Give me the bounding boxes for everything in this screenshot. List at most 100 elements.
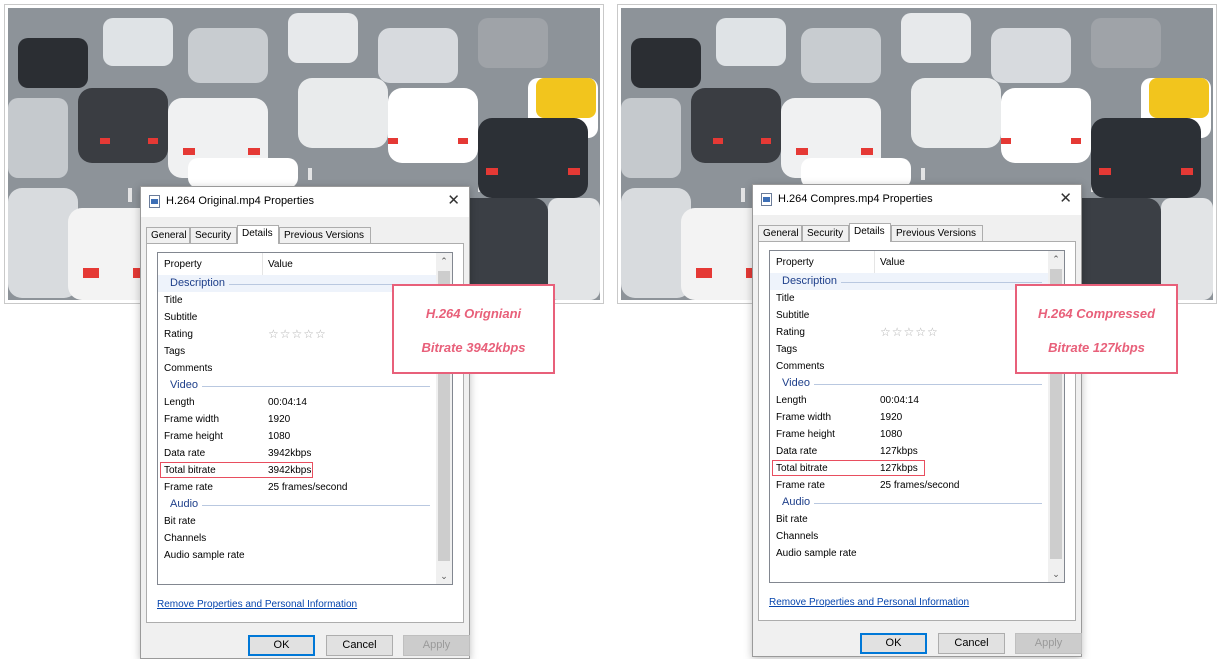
list-item[interactable]: Audio sample rate bbox=[158, 547, 436, 564]
column-header-value[interactable]: Value bbox=[268, 259, 293, 270]
annotation-label: H.264 Compressed bbox=[1037, 306, 1156, 321]
property-name: Comments bbox=[776, 361, 825, 372]
list-item[interactable]: Length 00:04:14 bbox=[158, 394, 436, 411]
apply-button[interactable]: Apply bbox=[1015, 633, 1082, 654]
property-name: Subtitle bbox=[776, 310, 810, 321]
property-name: Length bbox=[164, 397, 195, 408]
list-item[interactable]: Audio sample rate bbox=[770, 545, 1048, 562]
property-value: 3942kbps bbox=[268, 448, 312, 459]
scroll-down-icon[interactable]: ⌄ bbox=[436, 568, 452, 584]
list-item-total-bitrate[interactable]: Total bitrate 3942kbps bbox=[158, 462, 436, 479]
group-divider bbox=[782, 384, 1042, 385]
dialog-title: H.264 Compres.mp4 Properties bbox=[778, 193, 933, 205]
tab-previous-versions[interactable]: Previous Versions bbox=[279, 227, 371, 243]
column-header-property[interactable]: Property bbox=[164, 259, 202, 270]
list-item[interactable]: Length 00:04:14 bbox=[770, 392, 1048, 409]
ok-button[interactable]: OK bbox=[860, 633, 927, 654]
list-item[interactable]: Frame width 1920 bbox=[770, 409, 1048, 426]
group-label: Video bbox=[170, 379, 202, 391]
property-name: Data rate bbox=[164, 448, 206, 459]
scroll-down-icon[interactable]: ⌄ bbox=[1048, 566, 1064, 582]
property-name: Rating bbox=[164, 329, 193, 340]
list-item[interactable]: Bit rate bbox=[770, 511, 1048, 528]
column-divider[interactable] bbox=[874, 251, 875, 273]
titlebar: H.264 Original.mp4 Properties ✕ bbox=[141, 187, 469, 217]
group-divider bbox=[782, 503, 1042, 504]
tab-security[interactable]: Security bbox=[802, 225, 849, 241]
list-item[interactable]: Tags bbox=[770, 341, 1048, 358]
property-name: Frame width bbox=[164, 414, 220, 425]
column-header-property[interactable]: Property bbox=[776, 257, 814, 268]
group-label: Audio bbox=[782, 496, 815, 508]
rating-stars[interactable]: ☆☆☆☆☆ bbox=[268, 327, 327, 341]
group-label: Description bbox=[782, 275, 842, 287]
list-item[interactable]: Channels bbox=[158, 530, 436, 547]
cancel-button[interactable]: Cancel bbox=[938, 633, 1005, 654]
list-item[interactable]: Bit rate bbox=[158, 513, 436, 530]
property-value: 00:04:14 bbox=[880, 395, 919, 406]
annotation-bitrate: Bitrate 127kbps bbox=[1048, 340, 1145, 355]
list-item[interactable]: Data rate 127kbps bbox=[770, 443, 1048, 460]
file-icon bbox=[149, 195, 160, 208]
annotation-original: H.264 Origniani Bitrate 3942kbps bbox=[392, 284, 555, 374]
cancel-button[interactable]: Cancel bbox=[326, 635, 393, 656]
group-label: Description bbox=[170, 277, 230, 289]
annotation-bitrate: Bitrate 3942kbps bbox=[421, 340, 526, 355]
group-description: Description bbox=[770, 273, 1048, 290]
property-value: 00:04:14 bbox=[268, 397, 307, 408]
property-name: Subtitle bbox=[164, 312, 198, 323]
remove-properties-link[interactable]: Remove Properties and Personal Informati… bbox=[769, 597, 969, 608]
list-item[interactable]: Channels bbox=[770, 528, 1048, 545]
property-name: Length bbox=[776, 395, 807, 406]
ok-button[interactable]: OK bbox=[248, 635, 315, 656]
tab-details[interactable]: Details bbox=[237, 225, 279, 244]
list-item[interactable]: Subtitle bbox=[770, 307, 1048, 324]
tab-security[interactable]: Security bbox=[190, 227, 237, 243]
list-item[interactable]: Frame width 1920 bbox=[158, 411, 436, 428]
rating-stars[interactable]: ☆☆☆☆☆ bbox=[880, 325, 939, 339]
property-name: Frame width bbox=[776, 412, 832, 423]
property-name: Audio sample rate bbox=[164, 550, 245, 561]
property-name: Total bitrate bbox=[164, 465, 216, 476]
list-item[interactable]: Frame height 1080 bbox=[770, 426, 1048, 443]
remove-properties-link[interactable]: Remove Properties and Personal Informati… bbox=[157, 599, 357, 610]
group-divider bbox=[170, 386, 430, 387]
list-item[interactable]: Title bbox=[770, 290, 1048, 307]
property-name: Bit rate bbox=[776, 514, 808, 525]
list-item[interactable]: Frame rate 25 frames/second bbox=[158, 479, 436, 496]
property-name: Frame height bbox=[776, 429, 835, 440]
property-name: Data rate bbox=[776, 446, 818, 457]
tab-details[interactable]: Details bbox=[849, 223, 891, 242]
column-header-value[interactable]: Value bbox=[880, 257, 905, 268]
apply-button[interactable]: Apply bbox=[403, 635, 470, 656]
close-button[interactable]: ✕ bbox=[447, 192, 460, 210]
property-value: 127kbps bbox=[880, 463, 918, 474]
property-value: 1920 bbox=[880, 412, 903, 423]
dialog-title: H.264 Original.mp4 Properties bbox=[166, 195, 314, 207]
tab-previous-versions[interactable]: Previous Versions bbox=[891, 225, 983, 241]
titlebar: H.264 Compres.mp4 Properties ✕ bbox=[753, 185, 1081, 215]
close-button[interactable]: ✕ bbox=[1059, 190, 1072, 208]
scroll-up-icon[interactable]: ⌃ bbox=[1048, 251, 1064, 267]
group-video: Video bbox=[158, 377, 436, 394]
group-video: Video bbox=[770, 375, 1048, 392]
property-name: Audio sample rate bbox=[776, 548, 857, 559]
property-name: Frame rate bbox=[776, 480, 825, 491]
list-item[interactable]: Frame height 1080 bbox=[158, 428, 436, 445]
property-value: 3942kbps bbox=[268, 465, 312, 476]
tab-general[interactable]: General bbox=[758, 225, 802, 241]
property-value: 1080 bbox=[268, 431, 291, 442]
property-name: Frame height bbox=[164, 431, 223, 442]
tab-general[interactable]: General bbox=[146, 227, 190, 243]
list-item[interactable]: Comments bbox=[770, 358, 1048, 375]
list-item[interactable]: Frame rate 25 frames/second bbox=[770, 477, 1048, 494]
list-item[interactable]: Rating ☆☆☆☆☆ bbox=[770, 324, 1048, 341]
file-icon bbox=[761, 193, 772, 206]
list-item[interactable]: Data rate 3942kbps bbox=[158, 445, 436, 462]
property-name: Title bbox=[164, 295, 183, 306]
list-item-total-bitrate[interactable]: Total bitrate 127kbps bbox=[770, 460, 1048, 477]
scroll-up-icon[interactable]: ⌃ bbox=[436, 253, 452, 269]
column-divider[interactable] bbox=[262, 253, 263, 275]
group-audio: Audio bbox=[158, 496, 436, 513]
property-name: Total bitrate bbox=[776, 463, 828, 474]
